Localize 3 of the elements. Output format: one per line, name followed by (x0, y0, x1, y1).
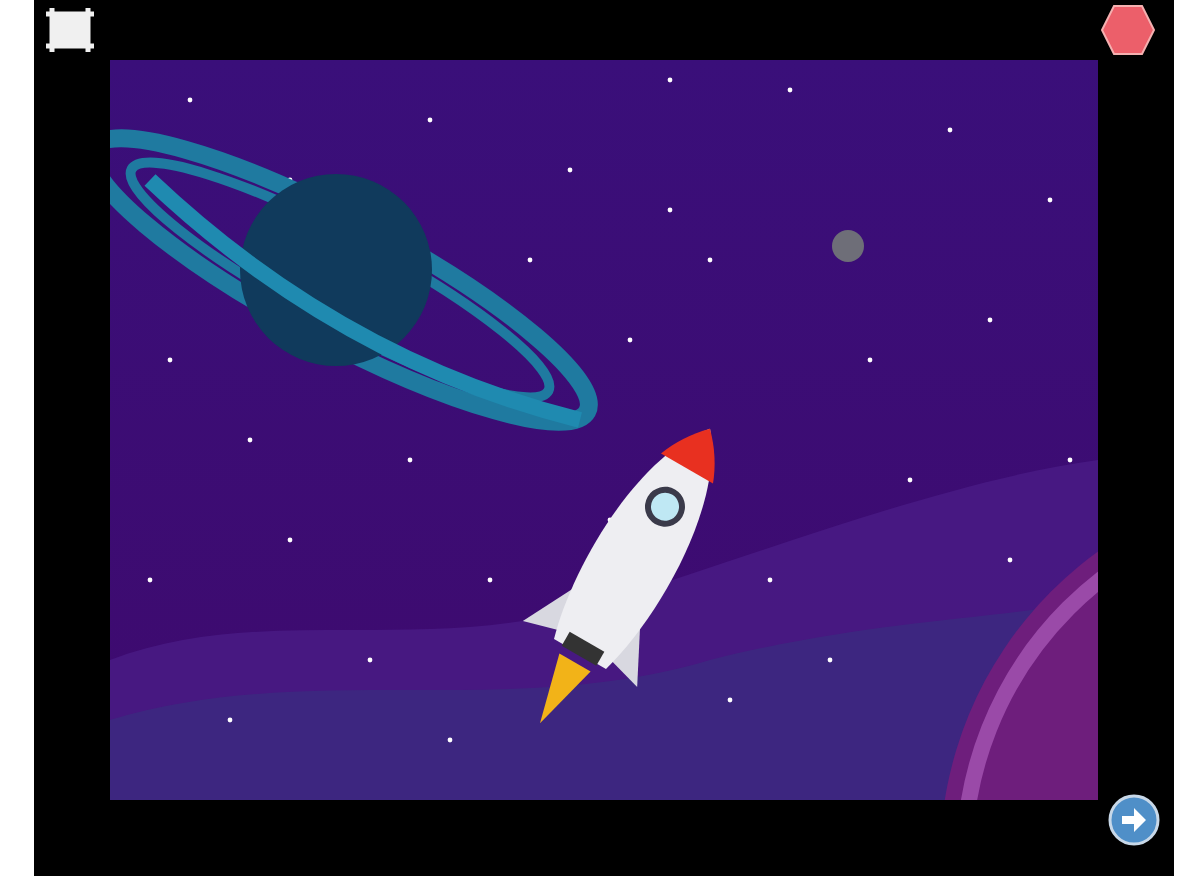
fullscreen-icon[interactable] (40, 2, 100, 58)
stop-icon[interactable] (1100, 4, 1156, 56)
arrow-button-icon[interactable] (1108, 794, 1160, 846)
